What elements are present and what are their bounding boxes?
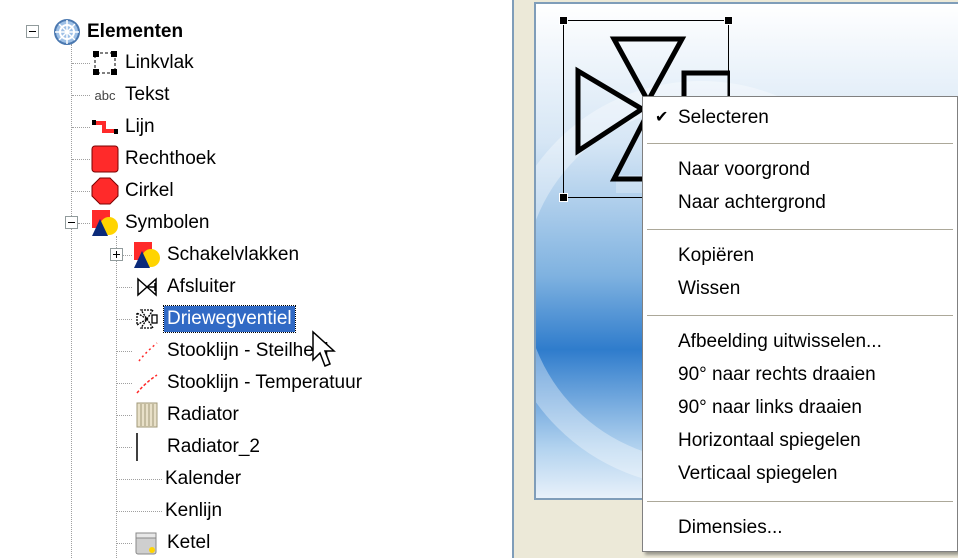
menu-item-label: Kopiëren (678, 245, 755, 266)
tree-item-radiator-2[interactable]: Radiator_2 (132, 431, 263, 463)
context-menu: ✔ Selecteren Naar voorgrond Naar achterg… (642, 96, 958, 552)
menu-separator (647, 143, 953, 144)
tree-item-cirkel[interactable]: Cirkel (90, 175, 177, 207)
menu-item-links-draaien[interactable]: 90° naar links draaien (643, 393, 957, 423)
tree-item-label: Cirkel (125, 180, 174, 201)
valve-icon (132, 272, 162, 302)
checkmark-icon: ✔ (655, 109, 669, 126)
tree-item-label: Radiator (167, 404, 239, 425)
radiator-line-icon (132, 432, 162, 462)
tree-item-label: Rechthoek (125, 148, 216, 169)
menu-item-label: Verticaal spiegelen (678, 463, 838, 484)
tree-item-label: Symbolen (125, 212, 210, 233)
tree-item-lijn[interactable]: Lijn (90, 111, 158, 143)
menu-item-naar-achtergrond[interactable]: Naar achtergrond (643, 188, 957, 218)
menu-item-label: Dimensies... (678, 517, 783, 538)
circle-icon (90, 176, 120, 206)
link-area-icon (90, 48, 120, 78)
rectangle-icon (90, 144, 120, 174)
symbols-icon (132, 240, 162, 270)
menu-separator (647, 501, 953, 502)
radiator-icon (132, 400, 162, 430)
tree-item-kalender[interactable]: Kalender (162, 463, 244, 495)
menu-item-dimensies[interactable]: Dimensies... (643, 513, 957, 543)
menu-item-label: Horizontaal spiegelen (678, 430, 861, 451)
tree-item-label: Afsluiter (167, 276, 236, 297)
tree-item-label: Ketel (167, 532, 211, 553)
tree-item-label: Tekst (125, 84, 170, 105)
menu-item-kopieren[interactable]: Kopiëren (643, 241, 957, 271)
tree-item-label: Kenlijn (165, 500, 223, 521)
menu-separator (647, 315, 953, 316)
schakelvlakken-expand-toggle[interactable] (110, 248, 123, 261)
menu-item-verticaal-spiegelen[interactable]: Verticaal spiegelen (643, 459, 957, 489)
tree-item-label: Linkvlak (125, 52, 194, 73)
menu-item-label: 90° naar links draaien (678, 397, 862, 418)
curve-red-icon (132, 368, 162, 398)
globe-icon (52, 17, 82, 47)
menu-item-label: Wissen (678, 278, 741, 299)
tree-item-tekst[interactable]: abc Tekst (90, 79, 172, 111)
menu-item-selecteren[interactable]: ✔ Selecteren (643, 103, 957, 133)
tree-item-elementen[interactable]: Elementen (52, 16, 186, 48)
tree-item-ketel[interactable]: Ketel (132, 527, 213, 558)
menu-item-label: 90° naar rechts draaien (678, 364, 876, 385)
symbolen-collapse-toggle[interactable] (65, 216, 78, 229)
text-abc-icon: abc (94, 87, 116, 103)
tree-item-label: Stooklijn - Temperatuur (167, 372, 363, 393)
menu-item-label: Selecteren (678, 107, 769, 128)
tree-item-stooklijn-steilheid[interactable]: Stooklijn - Steilheid (132, 335, 332, 367)
menu-separator (647, 229, 953, 230)
tree-item-driewegventiel[interactable]: Driewegventiel (132, 303, 296, 335)
line-icon (90, 112, 120, 142)
menu-item-afbeelding-uitwisselen[interactable]: Afbeelding uitwisselen... (643, 327, 957, 357)
tree-item-kenlijn[interactable]: Kenlijn (162, 495, 225, 527)
mouse-cursor-icon (312, 330, 336, 367)
tree-item-label: Stooklijn - Steilheid (167, 340, 329, 361)
tree-item-schakelvlakken[interactable]: Schakelvlakken (132, 239, 302, 271)
menu-item-naar-voorgrond[interactable]: Naar voorgrond (643, 155, 957, 185)
root-collapse-toggle[interactable] (26, 25, 39, 38)
tree-item-afsluiter[interactable]: Afsluiter (132, 271, 239, 303)
three-way-valve-icon (132, 304, 162, 334)
menu-item-wissen[interactable]: Wissen (643, 274, 957, 304)
menu-item-label: Afbeelding uitwisselen... (678, 331, 882, 352)
tree-item-label: Lijn (125, 116, 155, 137)
menu-item-horizontaal-spiegelen[interactable]: Horizontaal spiegelen (643, 426, 957, 456)
menu-item-rechts-draaien[interactable]: 90° naar rechts draaien (643, 360, 957, 390)
boiler-icon (132, 528, 162, 558)
tree-item-label: Radiator_2 (167, 436, 260, 457)
element-tree[interactable]: Elementen Linkvlak abc Tekst Lijn Rechth… (0, 0, 514, 558)
tree-item-symbolen[interactable]: Symbolen (90, 207, 213, 239)
tree-item-label: Kalender (165, 468, 242, 489)
tree-item-label: Schakelvlakken (167, 244, 300, 265)
tree-item-label: Driewegventiel (163, 305, 296, 333)
tree-item-stooklijn-temperatuur[interactable]: Stooklijn - Temperatuur (132, 367, 365, 399)
tree-item-label: Elementen (87, 21, 184, 42)
curve-icon (132, 336, 162, 366)
menu-item-label: Naar voorgrond (678, 159, 811, 180)
symbols-icon (90, 208, 120, 238)
tree-item-rechthoek[interactable]: Rechthoek (90, 143, 219, 175)
tree-item-linkvlak[interactable]: Linkvlak (90, 47, 197, 79)
menu-item-label: Naar achtergrond (678, 192, 826, 213)
tree-item-radiator[interactable]: Radiator (132, 399, 242, 431)
